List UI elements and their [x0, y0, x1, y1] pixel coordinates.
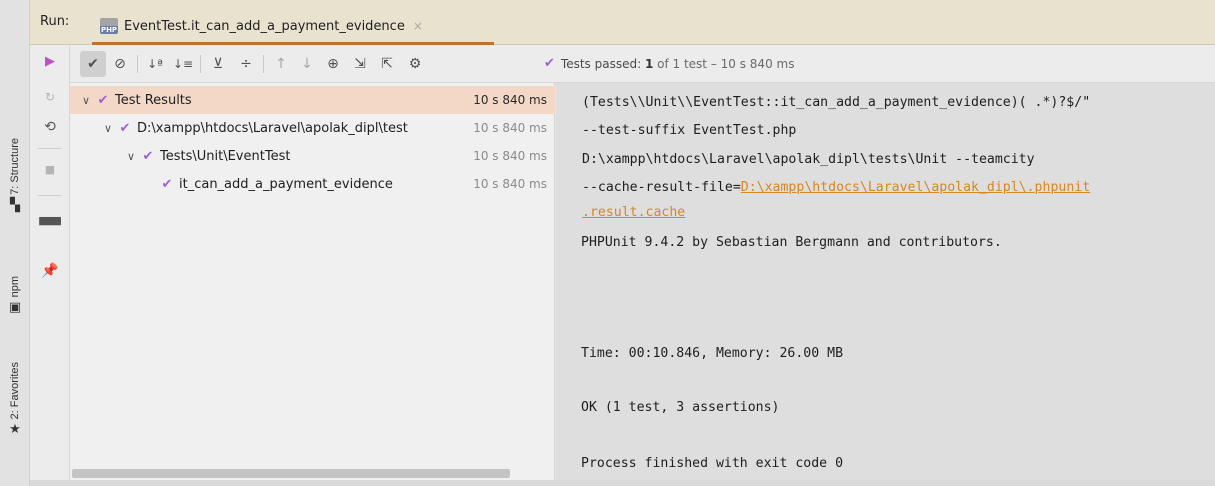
chevron-down-icon[interactable]: ∨ [100, 122, 116, 135]
passed-check-icon: ✔ [97, 92, 109, 108]
console-output[interactable]: (Tests\\Unit\\EventTest::it_can_add_a_pa… [556, 83, 1215, 486]
run-actions-toolbar: ▶ ↻ ⟲ ■ ▀▀ 📌 [30, 45, 70, 486]
side-tool-strip: 7: Structure ▚ npm ▣ 2: Favorites ★ [0, 0, 30, 486]
console-line: (Tests\\Unit\\EventTest::it_can_add_a_pa… [582, 95, 1091, 110]
npm-tab[interactable]: npm ▣ [2, 276, 28, 315]
test-status: ✔ Tests passed: 1 of 1 test – 10 s 840 m… [544, 56, 794, 71]
test-history-icon[interactable]: ⊕ [320, 51, 346, 77]
status-count: 1 [644, 56, 654, 71]
bottom-strip [30, 480, 1215, 486]
console-line-cache-file-cont: .result.cache [582, 205, 685, 220]
console-text: --cache-result-file= [582, 180, 741, 195]
toggle-auto-test-icon[interactable]: ⟲ [30, 113, 70, 141]
star-icon: ★ [9, 422, 21, 438]
cache-file-link[interactable]: D:\xampp\htdocs\Laravel\apolak_dipl\.php… [741, 180, 1090, 195]
passed-check-icon: ✔ [161, 176, 173, 192]
npm-tab-label: npm [9, 276, 21, 298]
tree-row-time: 10 s 840 ms [469, 177, 547, 191]
chevron-down-icon[interactable]: ∨ [123, 150, 139, 163]
console-line: D:\xampp\htdocs\Laravel\apolak_dipl\test… [582, 152, 1035, 167]
tree-row-time: 10 s 840 ms [469, 149, 547, 163]
tree-row-label: Test Results [115, 92, 192, 108]
test-toolbar: ✔ ⊘ ↓ª ↓≡ ⊻ ÷ ↑ ↓ ⊕ ⇲ ⇱ ⚙ ✔ Tests passed… [70, 45, 1215, 83]
toolbar-divider [38, 148, 62, 149]
restore-layout-icon[interactable]: ▀▀ [30, 212, 70, 240]
structure-tab-label: 7: Structure [9, 138, 21, 195]
console-line: Time: 00:10.846, Memory: 26.00 MB [581, 346, 844, 361]
tree-row-test-class[interactable]: ∨ ✔ Tests\Unit\EventTest 10 s 840 ms [70, 142, 555, 170]
pin-icon[interactable]: 📌 [30, 257, 70, 285]
toolbar-divider [38, 195, 62, 196]
show-ignored-icon[interactable]: ⊘ [107, 51, 133, 77]
collapse-all-icon[interactable]: ÷ [233, 51, 259, 77]
toolbar-divider [263, 55, 264, 73]
export-tests-icon[interactable]: ⇱ [374, 51, 400, 77]
run-tab[interactable]: PHP EventTest.it_can_add_a_payment_evide… [92, 7, 494, 45]
favorites-tab-label: 2: Favorites [9, 362, 21, 420]
tree-row-test-results[interactable]: ∨ ✔ Test Results 10 s 840 ms [70, 86, 555, 114]
import-tests-icon[interactable]: ⇲ [347, 51, 373, 77]
rerun-icon[interactable]: ▶ [30, 47, 70, 75]
console-line: Process finished with exit code 0 [581, 456, 844, 471]
tree-row-label: Tests\Unit\EventTest [160, 148, 291, 164]
tree-row-label: D:\xampp\htdocs\Laravel\apolak_dipl\test [137, 120, 408, 136]
chevron-down-icon[interactable]: ∨ [78, 94, 94, 107]
stop-icon[interactable]: ■ [30, 155, 70, 183]
previous-failed-icon[interactable]: ↑ [268, 51, 294, 77]
show-passed-icon[interactable]: ✔ [80, 51, 106, 77]
tree-row-time: 10 s 840 ms [469, 93, 547, 107]
status-prefix: Tests passed: [560, 56, 642, 71]
tree-row-time: 10 s 840 ms [469, 121, 547, 135]
run-label: Run: [40, 14, 70, 29]
sort-alphabetically-icon[interactable]: ↓ª [142, 51, 168, 77]
next-failed-icon[interactable]: ↓ [294, 51, 320, 77]
favorites-tab[interactable]: 2: Favorites ★ [2, 362, 28, 437]
passed-check-icon: ✔ [119, 120, 131, 136]
toolbar-divider [137, 55, 138, 73]
console-line: OK (1 test, 3 assertions) [581, 400, 780, 415]
tree-row-test-method[interactable]: ✔ it_can_add_a_payment_evidence 10 s 840… [70, 170, 555, 198]
passed-check-icon: ✔ [544, 56, 555, 71]
sort-by-duration-icon[interactable]: ↓≡ [170, 51, 196, 77]
toolbar-divider [200, 55, 201, 73]
test-tree: ∨ ✔ Test Results 10 s 840 ms ∨ ✔ D:\xamp… [70, 83, 555, 486]
cache-file-link-cont[interactable]: .result.cache [582, 205, 685, 220]
gear-icon[interactable]: ⚙ [402, 51, 428, 77]
structure-tab[interactable]: 7: Structure ▚ [2, 138, 28, 213]
passed-check-icon: ✔ [142, 148, 154, 164]
run-tab-title: EventTest.it_can_add_a_payment_evidence [124, 18, 405, 34]
run-header: Run: PHP EventTest.it_can_add_a_payment_… [30, 0, 1215, 45]
tree-row-suite-path[interactable]: ∨ ✔ D:\xampp\htdocs\Laravel\apolak_dipl\… [70, 114, 555, 142]
horizontal-scrollbar[interactable] [72, 469, 510, 478]
rerun-failed-icon[interactable]: ↻ [30, 83, 70, 111]
status-rest: of 1 test – 10 s 840 ms [657, 56, 795, 71]
expand-all-icon[interactable]: ⊻ [205, 51, 231, 77]
console-line-cache-file: --cache-result-file=D:\xampp\htdocs\Lara… [582, 180, 1090, 195]
close-icon[interactable]: × [413, 19, 423, 33]
console-line: PHPUnit 9.4.2 by Sebastian Bergmann and … [581, 235, 1002, 250]
tree-row-label: it_can_add_a_payment_evidence [179, 176, 393, 192]
console-line: --test-suffix EventTest.php [582, 123, 797, 138]
php-file-icon: PHP [100, 18, 118, 34]
npm-icon: ▣ [8, 300, 22, 316]
structure-icon: ▚ [10, 197, 20, 213]
